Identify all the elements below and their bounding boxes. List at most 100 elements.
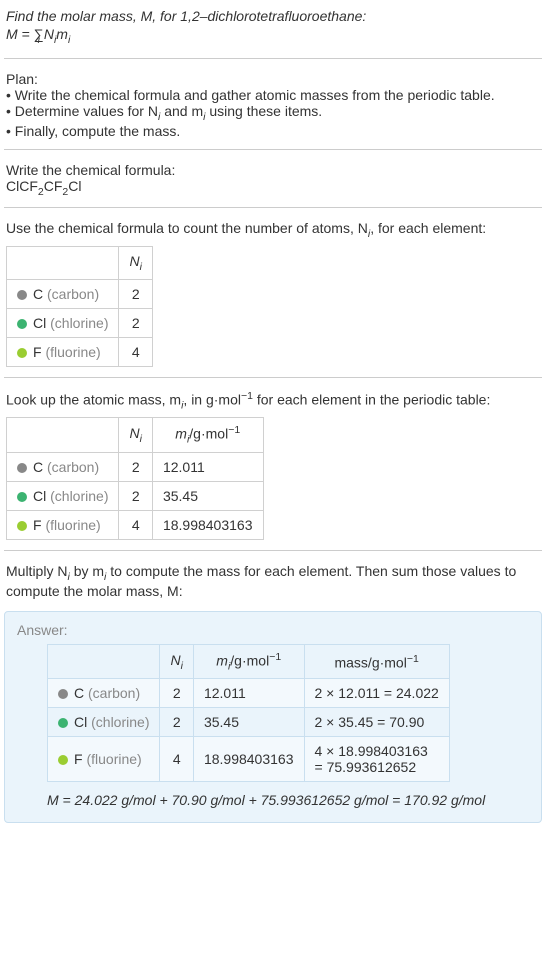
table-header-row: Ni bbox=[7, 247, 153, 280]
col-n-i: i bbox=[140, 261, 142, 273]
col-n-sym: N bbox=[129, 253, 139, 269]
formula-section: Write the chemical formula: ClCF2CF2Cl bbox=[4, 158, 542, 208]
cf-1: ClCF bbox=[6, 178, 38, 194]
cell-calc: 4 × 18.998403163= 75.993612652 bbox=[304, 737, 449, 782]
count-h-a: Use the chemical formula to count the nu… bbox=[6, 220, 368, 236]
answer-box: Answer: Ni mi/g·mol−1 mass/g·mol−1 C (ca… bbox=[4, 611, 542, 823]
plan-bullet-2: • Determine values for Ni and mi using t… bbox=[6, 103, 540, 123]
cell-m: 18.998403163 bbox=[193, 737, 304, 782]
mass-h-sup: −1 bbox=[241, 390, 253, 402]
col-mass: mass/g·mol−1 bbox=[304, 644, 449, 678]
el-note: (chlorine) bbox=[50, 315, 108, 331]
col-m-sup: −1 bbox=[228, 424, 240, 436]
element-dot-icon bbox=[17, 492, 27, 502]
col-m-unit: /g·mol bbox=[189, 426, 228, 442]
el-sym: F bbox=[74, 751, 86, 767]
divider bbox=[4, 207, 542, 208]
el-note: (fluorine) bbox=[45, 517, 100, 533]
table-row: Cl (chlorine) 2 35.45 bbox=[7, 481, 264, 510]
element-dot-icon bbox=[17, 521, 27, 531]
table-row: Cl (chlorine) 2 bbox=[7, 308, 153, 337]
table-header-row: Ni mi/g·mol−1 bbox=[7, 418, 264, 452]
element-dot-icon bbox=[17, 290, 27, 300]
cell-el: C (carbon) bbox=[7, 452, 119, 481]
el-sym: Cl bbox=[33, 315, 50, 331]
table-row: C (carbon) 2 12.011 bbox=[7, 452, 264, 481]
cell-el: F (fluorine) bbox=[7, 337, 119, 366]
cell-n: 2 bbox=[119, 279, 152, 308]
count-table: Ni C (carbon) 2 Cl (chlorine) 2 F (fluor… bbox=[6, 246, 153, 367]
col-n-i: i bbox=[181, 659, 183, 671]
element-dot-icon bbox=[58, 718, 68, 728]
el-sym: Cl bbox=[33, 488, 50, 504]
cell-m: 35.45 bbox=[193, 708, 304, 737]
table-row: C (carbon) 2 bbox=[7, 279, 153, 308]
el-sym: Cl bbox=[74, 714, 91, 730]
cell-el: C (carbon) bbox=[48, 679, 160, 708]
table-row: F (fluorine) 4 18.998403163 bbox=[7, 510, 264, 539]
element-dot-icon bbox=[17, 348, 27, 358]
divider bbox=[4, 550, 542, 551]
col-n-sym: N bbox=[129, 425, 139, 441]
element-dot-icon bbox=[58, 689, 68, 699]
plan-heading: Plan: bbox=[6, 71, 540, 87]
el-sym: C bbox=[33, 459, 47, 475]
col-n: Ni bbox=[160, 644, 193, 678]
el-note: (carbon) bbox=[88, 685, 140, 701]
element-dot-icon bbox=[17, 463, 27, 473]
cell-el: F (fluorine) bbox=[7, 510, 119, 539]
divider bbox=[4, 149, 542, 150]
el-note: (fluorine) bbox=[86, 751, 141, 767]
eq-m-i: i bbox=[68, 34, 70, 46]
cell-n: 4 bbox=[160, 737, 193, 782]
mass-h-b: , in g·mol bbox=[183, 392, 241, 408]
cell-n: 2 bbox=[119, 308, 152, 337]
cell-n: 2 bbox=[119, 452, 152, 481]
table-header-row: Ni mi/g·mol−1 mass/g·mol−1 bbox=[48, 644, 450, 678]
col-mass-sup: −1 bbox=[407, 653, 419, 665]
count-section: Use the chemical formula to count the nu… bbox=[4, 216, 542, 377]
intro-title-text: Find the molar mass, M, for 1,2–dichloro… bbox=[6, 8, 366, 24]
cell-n: 2 bbox=[160, 708, 193, 737]
compute-section: Multiply Ni by mi to compute the mass fo… bbox=[4, 559, 542, 609]
col-m-sup: −1 bbox=[269, 651, 281, 663]
el-sym: C bbox=[33, 286, 47, 302]
divider bbox=[4, 58, 542, 59]
col-m-sym: m bbox=[216, 652, 228, 668]
element-dot-icon bbox=[58, 755, 68, 765]
cell-calc: 2 × 35.45 = 70.90 bbox=[304, 708, 449, 737]
table-row: C (carbon) 2 12.011 2 × 12.011 = 24.022 bbox=[48, 679, 450, 708]
col-n-i: i bbox=[140, 433, 142, 445]
plan-section: Plan: • Write the chemical formula and g… bbox=[4, 67, 542, 149]
cell-el: C (carbon) bbox=[7, 279, 119, 308]
cell-el: F (fluorine) bbox=[48, 737, 160, 782]
table-row: F (fluorine) 4 bbox=[7, 337, 153, 366]
mass-heading: Look up the atomic mass, mi, in g·mol−1 … bbox=[6, 390, 540, 411]
cell-el: Cl (chlorine) bbox=[7, 308, 119, 337]
divider bbox=[4, 377, 542, 378]
answer-label: Answer: bbox=[17, 622, 529, 638]
cell-el: Cl (chlorine) bbox=[7, 481, 119, 510]
compute-b: by m bbox=[70, 563, 104, 579]
el-sym: F bbox=[33, 517, 45, 533]
count-h-b: , for each element: bbox=[370, 220, 486, 236]
el-sym: F bbox=[33, 344, 45, 360]
table-row: F (fluorine) 4 18.998403163 4 × 18.99840… bbox=[48, 737, 450, 782]
formula-heading: Write the chemical formula: bbox=[6, 162, 540, 178]
cf-3: Cl bbox=[68, 178, 81, 194]
cell-n: 4 bbox=[119, 337, 152, 366]
eq-n: N bbox=[40, 26, 54, 42]
count-heading: Use the chemical formula to count the nu… bbox=[6, 220, 540, 240]
col-n: Ni bbox=[119, 247, 152, 280]
eq-lhs: M = bbox=[6, 26, 34, 42]
cell-n: 2 bbox=[160, 679, 193, 708]
cell-m: 12.011 bbox=[152, 452, 263, 481]
calc-l1: 4 × 18.998403163 bbox=[315, 743, 428, 759]
col-mass-txt: mass/g·mol bbox=[334, 654, 406, 670]
col-n: Ni bbox=[119, 418, 152, 452]
col-element bbox=[7, 418, 119, 452]
cell-calc: 2 × 12.011 = 24.022 bbox=[304, 679, 449, 708]
plan-b2-b: and m bbox=[160, 103, 203, 119]
intro-title: Find the molar mass, M, for 1,2–dichloro… bbox=[6, 8, 540, 24]
cell-m: 35.45 bbox=[152, 481, 263, 510]
